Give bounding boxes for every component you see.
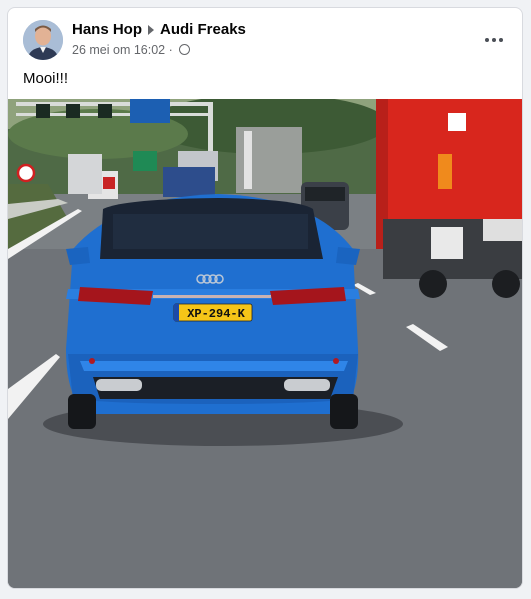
triangle-right-icon — [148, 25, 155, 36]
group-name[interactable]: Audi Freaks — [160, 21, 246, 38]
post-timestamp[interactable]: 26 mei om 16:02 — [72, 43, 165, 57]
post-photo[interactable]: XP-294-K — [8, 99, 522, 588]
post-card: Hans Hop Audi Freaks 26 mei om 16:02 · Mo… — [7, 7, 523, 589]
post-message: Mooi!!! — [23, 70, 69, 87]
author-name[interactable]: Hans Hop — [72, 21, 142, 38]
author-avatar[interactable] — [23, 20, 63, 60]
license-plate: XP-294-K — [187, 307, 245, 321]
globe-icon — [179, 44, 191, 55]
meta-dot: · — [168, 43, 173, 57]
more-options-icon[interactable] — [480, 26, 508, 54]
post-header: Hans Hop Audi Freaks — [72, 21, 246, 38]
post-meta: 26 mei om 16:02 · — [72, 43, 191, 57]
